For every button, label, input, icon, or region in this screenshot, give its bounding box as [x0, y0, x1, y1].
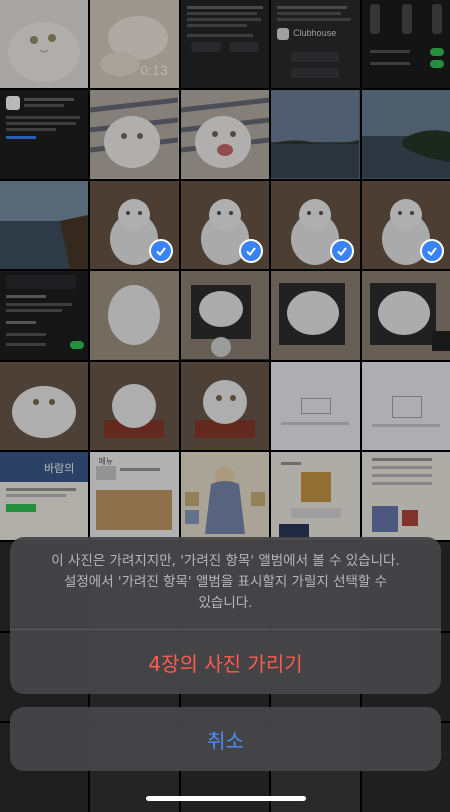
photo-thumbnail[interactable]	[180, 271, 270, 360]
cat-photo	[90, 271, 179, 360]
cat-photo	[180, 361, 269, 450]
cat-photo	[180, 271, 269, 360]
screenshot-thumbnail[interactable]	[361, 361, 450, 450]
photo-thumbnail[interactable]	[271, 90, 360, 179]
screenshot-thumbnail[interactable]: Clubhouse	[271, 0, 360, 89]
video-duration: 0:13	[140, 62, 168, 79]
landscape-photo	[271, 90, 360, 179]
photo-thumbnail[interactable]	[361, 90, 450, 179]
photo-thumbnail-selected[interactable]	[271, 180, 360, 270]
photo-thumbnail[interactable]	[90, 271, 179, 360]
screenshot-thumbnail[interactable]	[271, 361, 360, 450]
photo-thumbnail-selected[interactable]	[361, 180, 450, 270]
selected-checkmark-icon	[148, 239, 173, 264]
game-screenshot-thumbnail[interactable]	[271, 451, 360, 541]
cat-photo	[0, 361, 88, 450]
photo-thumbnail[interactable]	[0, 0, 89, 89]
screenshot-thumbnail[interactable]: 바람의	[0, 451, 89, 541]
photo-thumbnail[interactable]	[180, 361, 270, 450]
hide-message-line: 설정에서 '가려진 항목' 앨범을 표시할지 가릴지 선택할 수	[63, 574, 388, 590]
cat-photo	[90, 361, 179, 450]
photo-thumbnail[interactable]	[0, 361, 89, 450]
photo-thumbnail-selected[interactable]	[90, 180, 179, 270]
game-screenshot-thumbnail[interactable]	[361, 451, 450, 541]
game-art	[180, 451, 269, 540]
screenshot-thumbnail[interactable]	[0, 90, 89, 179]
video-thumbnail[interactable]: 0:13	[90, 0, 179, 89]
game-screenshot-thumbnail[interactable]	[180, 451, 270, 541]
landscape-photo	[0, 180, 88, 269]
sauna-brand: 바람의	[44, 461, 75, 475]
cat-photo	[180, 90, 270, 179]
screenshot-thumbnail[interactable]	[180, 0, 270, 89]
photo-thumbnail[interactable]	[180, 90, 270, 179]
screenshot-thumbnail[interactable]: 메뉴	[90, 451, 179, 541]
landscape-photo	[361, 90, 450, 179]
screenshot-thumbnail[interactable]	[361, 0, 450, 89]
hide-confirmation-sheet: 이 사진은 가려지지만, '가려진 항목' 앨범에서 볼 수 있습니다. 설정에…	[10, 537, 441, 694]
hide-message-line: 있습니다.	[198, 595, 253, 611]
home-indicator[interactable]	[146, 796, 306, 801]
photo-thumbnail[interactable]	[90, 361, 179, 450]
photo-thumbnail[interactable]	[271, 271, 360, 360]
cat-photo	[90, 90, 179, 179]
photo-thumbnail-selected[interactable]	[180, 180, 270, 270]
cancel-button[interactable]: 취소	[10, 707, 441, 771]
cat-photo	[361, 271, 450, 360]
cat-photo	[8, 22, 80, 82]
hide-message-line: 이 사진은 가려지지만, '가려진 항목' 앨범에서 볼 수 있습니다.	[51, 553, 400, 569]
hide-message: 이 사진은 가려지지만, '가려진 항목' 앨범에서 볼 수 있습니다. 설정에…	[10, 537, 441, 629]
screenshot-thumbnail[interactable]	[0, 271, 89, 360]
photo-thumbnail[interactable]	[361, 271, 450, 360]
clubhouse-title: Clubhouse	[293, 28, 337, 38]
selected-checkmark-icon	[329, 239, 354, 264]
hide-photos-label: 4장의 사진 가리기	[148, 651, 303, 676]
photo-thumbnail[interactable]	[0, 180, 89, 270]
cancel-label: 취소	[207, 728, 244, 753]
photo-thumbnail[interactable]	[90, 90, 179, 179]
hide-photos-button[interactable]: 4장의 사진 가리기	[10, 630, 441, 694]
cat-photo	[271, 271, 360, 360]
cancel-sheet: 취소	[10, 707, 441, 771]
selected-checkmark-icon	[419, 239, 444, 264]
